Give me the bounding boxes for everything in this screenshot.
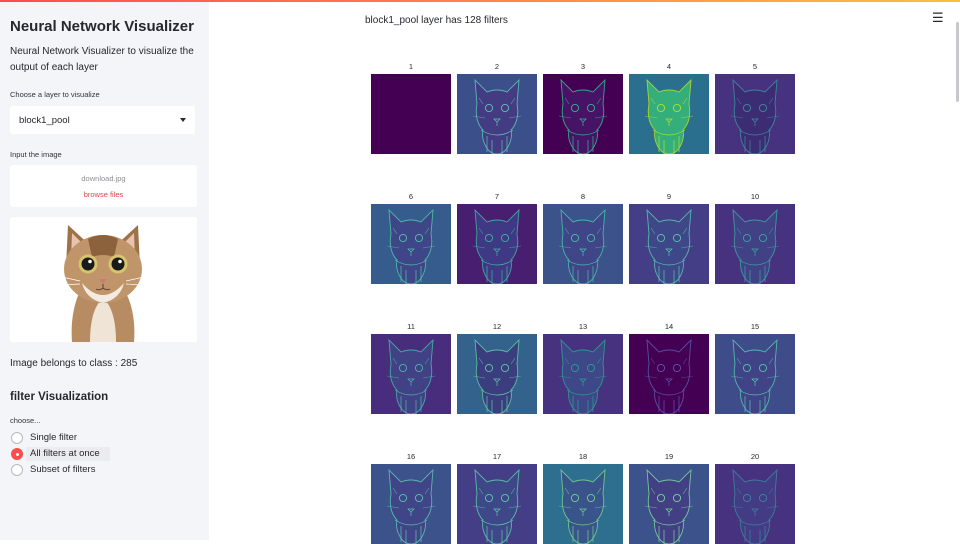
filter-number: 14 [664,322,674,331]
filter-number: 3 [580,62,586,71]
radio-label: Single filter [30,432,77,443]
filter-tile: 10 [715,192,795,284]
filter-tile: 20 [715,452,795,544]
feature-map [629,204,709,284]
feature-map [629,464,709,544]
filter-tile: 6 [371,192,451,284]
sidebar: Neural Network Visualizer Neural Network… [0,2,209,540]
app-title: Neural Network Visualizer [10,18,194,35]
layer-select[interactable]: block1_pool [10,106,195,134]
feature-map [371,464,451,544]
radio-label: All filters at once [30,448,100,459]
feature-map [629,74,709,154]
filter-tile: 18 [543,452,623,544]
radio-label: Subset of filters [30,464,96,475]
feature-map [543,74,623,154]
browse-files-link[interactable]: browse files [10,190,197,199]
filter-number: 13 [578,322,588,331]
filter-number: 17 [492,452,502,461]
feature-map [371,204,451,284]
input-image-preview [10,217,197,342]
feature-map [457,334,537,414]
feature-map [457,204,537,284]
hamburger-menu-icon[interactable]: ☰ [932,11,944,24]
filter-number: 1 [408,62,414,71]
radio-button-selected-icon[interactable] [11,448,23,460]
filter-number: 11 [407,322,415,331]
filter-number: 10 [750,192,760,201]
radio-group-label: choose... [10,416,41,425]
app-description: Neural Network Visualizer to visualize t… [10,46,194,73]
filter-tile: 4 [629,62,709,154]
feature-map [543,464,623,544]
feature-map [543,204,623,284]
feature-map [629,334,709,414]
feature-map [715,204,795,284]
filter-tile: 2 [457,62,537,154]
filter-tile: 5 [715,62,795,154]
radio-button-icon[interactable] [11,432,23,444]
filter-tile: 9 [629,192,709,284]
feature-map [715,464,795,544]
filter-number: 8 [580,192,586,201]
filter-number: 15 [750,322,760,331]
filter-number: 4 [666,62,672,71]
filter-tile: 16 [371,452,451,544]
filter-number: 16 [406,452,416,461]
filter-tile: 11 [371,322,451,414]
filter-tile: 15 [715,322,795,414]
filter-tile: 3 [543,62,623,154]
image-input-label: Input the image [10,150,62,159]
predicted-class-text: Image belongs to class : 285 [10,358,138,369]
layer-select-value: block1_pool [19,115,70,126]
feature-map [457,464,537,544]
feature-map [715,334,795,414]
feature-map [371,334,451,414]
filter-visualization-heading: filter Visualization [10,391,109,403]
radio-subset-filters[interactable]: Subset of filters [10,463,200,477]
main-content: block1_pool layer has 128 filters ☰ 1234… [209,2,960,544]
filter-number: 6 [408,192,414,201]
filter-tile: 1 [371,62,451,154]
filter-tile: 19 [629,452,709,544]
uploaded-file-name: download.jpg [81,174,126,183]
filter-tile: 14 [629,322,709,414]
filter-number: 20 [750,452,760,461]
feature-map [371,74,451,154]
filter-tile: 7 [457,192,537,284]
filter-tile: 17 [457,452,537,544]
filter-number: 18 [578,452,588,461]
filter-tile: 8 [543,192,623,284]
layer-select-label: Choose a layer to visualize [10,90,100,99]
radio-all-filters[interactable]: All filters at once [10,447,200,461]
filter-number: 5 [752,62,758,71]
cat-photo [10,217,197,342]
scrollbar[interactable] [956,22,959,102]
filter-number: 7 [494,192,500,201]
layer-filter-count-text: block1_pool layer has 128 filters [365,15,508,26]
file-uploader[interactable]: download.jpg browse files [10,165,197,207]
filter-number: 9 [666,192,672,201]
filter-tile: 13 [543,322,623,414]
feature-map [715,74,795,154]
radio-single-filter[interactable]: Single filter [10,431,200,445]
filter-number: 2 [494,62,500,71]
feature-map [543,334,623,414]
filter-number: 19 [664,452,674,461]
feature-map [457,74,537,154]
radio-button-icon[interactable] [11,464,23,476]
chevron-down-icon [180,118,186,122]
filter-tile: 12 [457,322,537,414]
filter-number: 12 [492,322,502,331]
